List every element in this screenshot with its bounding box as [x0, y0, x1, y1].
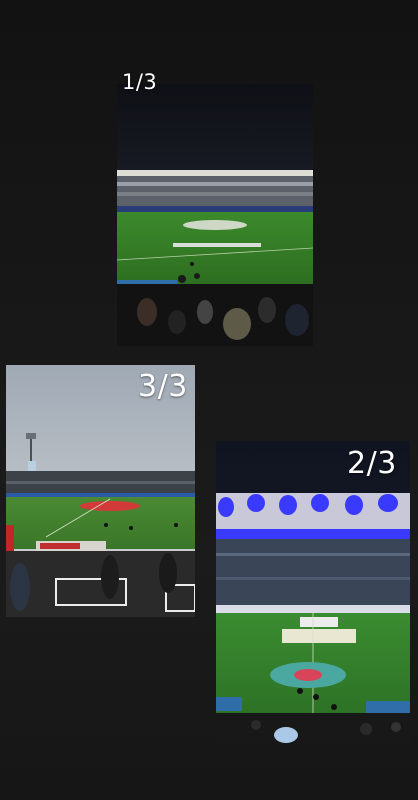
stadium-night-image [117, 84, 313, 346]
photo-counter-label: 3/3 [138, 369, 188, 404]
stadium-blue-lights-image [216, 441, 410, 745]
stadium-blue-lights-photo[interactable] [216, 441, 410, 745]
stadium-night-photo[interactable] [117, 84, 313, 346]
photo-counter-label: 1/3 [122, 70, 158, 94]
photo-counter-label: 2/3 [347, 446, 397, 481]
